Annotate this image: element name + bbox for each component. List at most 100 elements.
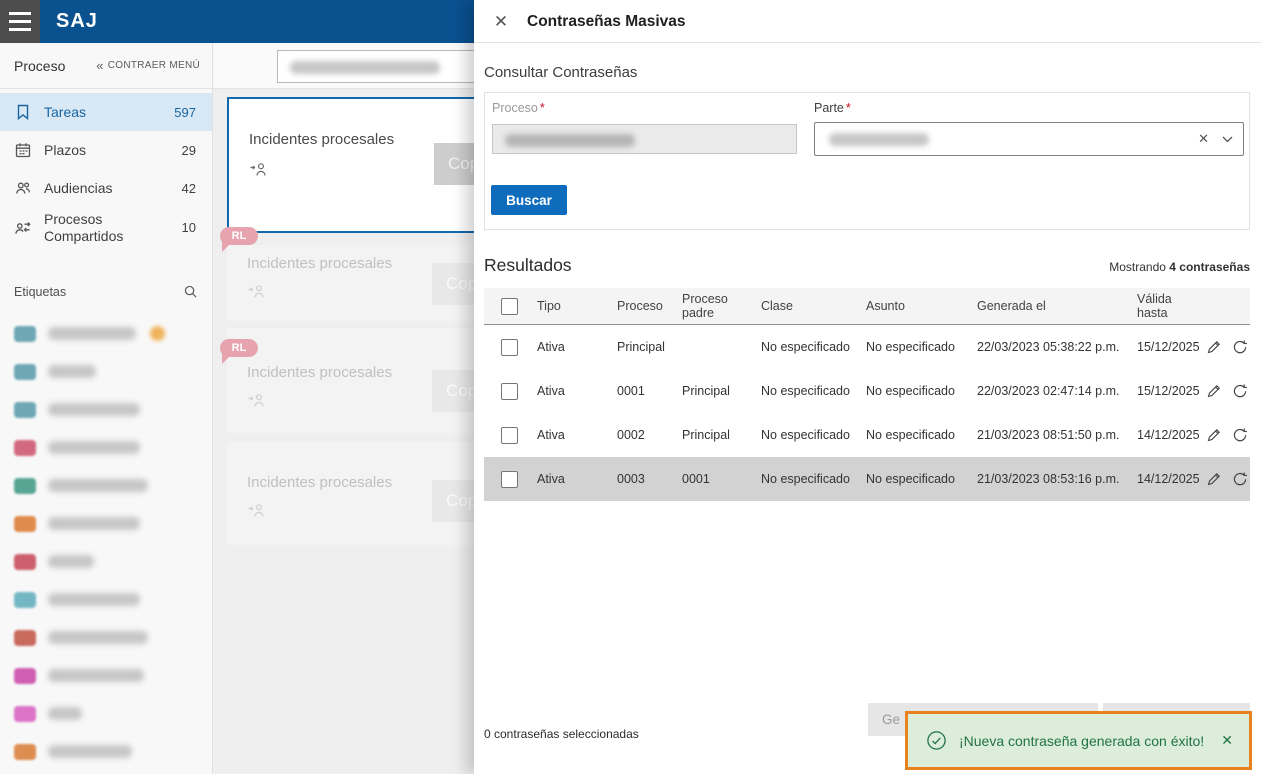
redacted-tag-label xyxy=(48,327,136,340)
chevron-down-icon[interactable] xyxy=(1222,136,1233,143)
tag-color-chip xyxy=(14,706,36,722)
check-circle-icon xyxy=(926,730,947,751)
task-card[interactable]: Incidentes procesales Cop xyxy=(227,97,474,233)
hamburger-menu-icon[interactable] xyxy=(0,0,40,43)
cell-proceso: Principal xyxy=(617,340,682,354)
task-search-input[interactable] xyxy=(277,50,474,83)
edit-pencil-icon[interactable] xyxy=(1203,424,1225,446)
search-icon[interactable] xyxy=(183,284,198,299)
tag-item[interactable] xyxy=(0,505,212,543)
task-card[interactable]: Incidentes procesales Cop xyxy=(227,245,474,321)
task-card-title: Incidentes procesales xyxy=(247,474,392,491)
row-checkbox[interactable] xyxy=(501,339,518,356)
tag-list xyxy=(0,307,212,771)
cell-asunto: No especificado xyxy=(866,472,977,486)
redacted-tag-label xyxy=(48,593,140,606)
sidebar-item-plazos[interactable]: Plazos 29 xyxy=(0,131,212,169)
redacted-tag-label xyxy=(48,555,94,568)
tag-item[interactable] xyxy=(0,733,212,771)
cell-valida-hasta: 14/12/2025 xyxy=(1137,428,1203,442)
sidebar-item-audiencias[interactable]: Audiencias 42 xyxy=(0,169,212,207)
row-checkbox[interactable] xyxy=(501,427,518,444)
close-icon[interactable]: ✕ xyxy=(489,0,513,43)
selected-count-text: 0 contraseñas seleccionadas xyxy=(484,727,639,741)
task-card-title: Incidentes procesales xyxy=(247,255,392,272)
calendar-icon xyxy=(14,141,32,159)
bookmark-icon xyxy=(14,103,32,121)
redacted-tag-label xyxy=(48,441,140,454)
parte-combobox[interactable]: ✕ xyxy=(814,122,1244,156)
row-checkbox[interactable] xyxy=(501,383,518,400)
task-card[interactable]: Incidentes procesales Cop xyxy=(227,442,474,545)
sidebar-item-label: Procesos Compartidos xyxy=(44,207,182,249)
task-list-column: Incidentes procesales Cop RL Incidentes … xyxy=(213,43,474,774)
copy-button[interactable]: Cop xyxy=(432,370,474,412)
column-header: Clase xyxy=(761,299,866,313)
regenerate-icon[interactable] xyxy=(1229,468,1251,490)
tag-color-chip xyxy=(14,516,36,532)
select-all-checkbox[interactable] xyxy=(501,298,518,315)
copy-button[interactable]: Cop xyxy=(432,263,474,305)
regenerate-icon[interactable] xyxy=(1229,424,1251,446)
proceso-label: Proceso* xyxy=(492,101,545,115)
tag-item[interactable] xyxy=(0,353,212,391)
tag-item[interactable] xyxy=(0,695,212,733)
clear-icon[interactable]: ✕ xyxy=(1198,123,1209,155)
regenerate-icon[interactable] xyxy=(1229,380,1251,402)
table-row[interactable]: Ativa Principal No especificado No espec… xyxy=(484,325,1250,369)
shared-process-icon xyxy=(14,219,32,237)
regenerate-icon[interactable] xyxy=(1229,336,1251,358)
tag-color-chip xyxy=(14,402,36,418)
tag-item[interactable] xyxy=(0,429,212,467)
sidebar-item-tareas[interactable]: Tareas 597 xyxy=(0,93,212,131)
table-row[interactable]: Ativa 0002 Principal No especificado No … xyxy=(484,413,1250,457)
tag-item[interactable] xyxy=(0,581,212,619)
cell-asunto: No especificado xyxy=(866,384,977,398)
task-card-title: Incidentes procesales xyxy=(249,131,394,148)
cell-generada-el: 21/03/2023 08:51:50 p.m. xyxy=(977,428,1137,442)
consultar-section-title: Consultar Contraseñas xyxy=(484,64,637,81)
resultados-title: Resultados xyxy=(484,255,572,276)
edit-pencil-icon[interactable] xyxy=(1203,380,1225,402)
table-header-row: Tipo Proceso Proceso padre Clase Asunto … xyxy=(484,288,1250,325)
tag-item[interactable] xyxy=(0,391,212,429)
tag-color-chip xyxy=(14,554,36,570)
edit-pencil-icon[interactable] xyxy=(1203,468,1225,490)
sidebar-item-count: 42 xyxy=(182,181,196,196)
column-header: Tipo xyxy=(537,299,617,313)
required-asterisk: * xyxy=(540,101,545,115)
cell-generada-el: 22/03/2023 02:47:14 p.m. xyxy=(977,384,1137,398)
sidebar-item-count: 29 xyxy=(182,143,196,158)
cell-generada-el: 21/03/2023 08:53:16 p.m. xyxy=(977,472,1137,486)
row-checkbox[interactable] xyxy=(501,471,518,488)
task-card[interactable]: Incidentes procesales Cop xyxy=(227,328,474,433)
toast-close-icon[interactable]: ✕ xyxy=(1221,732,1233,749)
sidebar-item-label: Audiencias xyxy=(44,176,182,201)
cell-tipo: Ativa xyxy=(537,472,617,486)
tag-item[interactable] xyxy=(0,543,212,581)
copy-button[interactable]: Cop xyxy=(434,143,474,185)
tag-item[interactable] xyxy=(0,619,212,657)
table-row[interactable]: Ativa 0001 Principal No especificado No … xyxy=(484,369,1250,413)
collapse-menu-button[interactable]: « CONTRAER MENÚ xyxy=(96,58,200,73)
redacted-tag-label xyxy=(48,517,140,530)
tag-color-chip xyxy=(14,326,36,342)
sidebar-item-label: Plazos xyxy=(44,138,182,163)
tag-item[interactable] xyxy=(0,467,212,505)
proceso-field xyxy=(492,124,797,154)
sidebar-item-procesos-compartidos[interactable]: Procesos Compartidos 10 xyxy=(0,207,212,249)
tag-item[interactable] xyxy=(0,315,212,353)
tag-item[interactable] xyxy=(0,657,212,695)
double-chevron-left-icon: « xyxy=(96,58,104,73)
assign-person-icon xyxy=(247,283,267,300)
cell-clase: No especificado xyxy=(761,340,866,354)
redacted-search-text xyxy=(290,61,440,74)
table-row-selected[interactable]: Ativa 0003 0001 No especificado No espec… xyxy=(484,457,1250,501)
etiquetas-section-label: Etiquetas xyxy=(14,285,66,299)
redacted-tag-label xyxy=(48,403,140,416)
copy-button[interactable]: Cop xyxy=(432,480,474,522)
people-icon xyxy=(14,179,32,197)
buscar-button[interactable]: Buscar xyxy=(491,185,567,215)
edit-pencil-icon[interactable] xyxy=(1203,336,1225,358)
tag-color-chip xyxy=(14,630,36,646)
